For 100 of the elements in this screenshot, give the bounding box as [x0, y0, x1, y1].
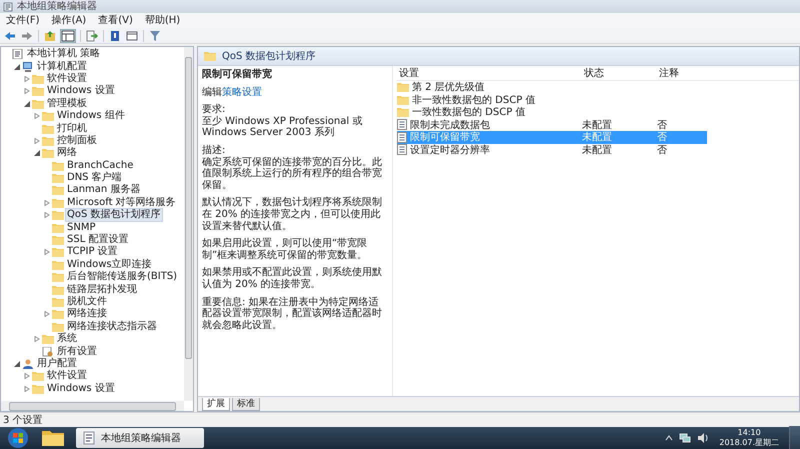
menu-item[interactable]: 操作(A)	[52, 14, 86, 27]
collapse-arrow-icon[interactable]	[24, 100, 30, 107]
app-icon	[82, 431, 96, 445]
tree-item[interactable]: 本地计算机 策略	[26, 48, 102, 60]
tree-item[interactable]: SSL 配置设置	[66, 234, 130, 246]
folder-icon	[42, 148, 54, 158]
state-text: 未配置	[582, 118, 613, 132]
folder-icon	[52, 210, 64, 220]
show-desktop-button[interactable]	[789, 426, 800, 449]
tree-item[interactable]: 网络	[56, 147, 78, 160]
collapse-arrow-icon[interactable]	[14, 64, 20, 70]
setting-title: 限制可保留带宽	[202, 69, 273, 81]
tree-pane-icon[interactable]	[61, 30, 75, 42]
menu-item[interactable]: 帮助(H)	[144, 14, 180, 27]
expand-arrow-icon[interactable]	[44, 200, 50, 206]
expand-arrow-icon[interactable]	[44, 212, 50, 218]
column-header[interactable]: 设置	[397, 66, 584, 80]
tree-item[interactable]: BranchCache	[66, 160, 134, 172]
clock-time[interactable]: 14:10	[738, 428, 761, 438]
folder-icon	[52, 185, 64, 196]
description-text: 描述: 确定系统可保留的连接带宽的百分比。此值限制系统上运行的所有程序的组合带宽保留。	[202, 144, 383, 192]
tree-item[interactable]: SNMP	[66, 222, 96, 234]
expand-arrow-icon[interactable]	[24, 88, 30, 94]
menu-item[interactable]: 文件(F)	[6, 14, 40, 27]
forward-icon[interactable]	[21, 30, 33, 42]
list-row[interactable]: 第 2 层优先级值	[397, 81, 707, 94]
folder-icon	[52, 235, 64, 246]
folder-icon	[52, 222, 64, 233]
column-header[interactable]: 注释	[659, 66, 699, 80]
horizontal-scrollbar[interactable]	[1, 401, 184, 411]
tree-item[interactable]: 脱机文件	[66, 296, 108, 308]
tree-item[interactable]: 所有设置	[56, 346, 98, 358]
tab[interactable]: 扩展	[202, 398, 230, 411]
folder-icon	[42, 111, 54, 122]
tree-item[interactable]: 管理模板	[46, 98, 88, 110]
column-header[interactable]: 状态	[584, 66, 659, 80]
expand-arrow-icon[interactable]	[24, 386, 30, 392]
list-row[interactable]: 限制未完成数据包 未配置 否	[397, 118, 707, 131]
folder-icon	[32, 98, 44, 109]
tab[interactable]: 标准	[232, 398, 260, 411]
tree-item[interactable]: 软件设置	[46, 370, 88, 382]
back-icon[interactable]	[4, 30, 16, 42]
taskbar-button[interactable]: 本地组策略编辑器	[76, 428, 204, 448]
expand-arrow-icon[interactable]	[34, 138, 40, 144]
network-icon[interactable]	[679, 433, 692, 443]
menu-item[interactable]: 查看(V)	[98, 14, 133, 27]
folder-icon	[52, 284, 64, 295]
expand-arrow-icon[interactable]	[24, 373, 30, 380]
policy-icon	[12, 49, 24, 60]
list-row[interactable]: 设置定时器分辨率 未配置 否	[397, 144, 707, 156]
tree-item[interactable]: Windows 设置	[46, 382, 116, 395]
folder-title: QoS 数据包计划程序	[222, 50, 316, 63]
folder-icon	[42, 334, 54, 344]
setting-name: 非一致性数据包的 DSCP 值	[412, 94, 536, 106]
tree-item[interactable]: Windows 组件	[56, 110, 126, 122]
expand-arrow-icon[interactable]	[34, 336, 40, 342]
list-row[interactable]: 非一致性数据包的 DSCP 值	[397, 94, 707, 106]
tree-item[interactable]: 控制面板	[56, 134, 98, 147]
help-icon[interactable]	[109, 30, 121, 42]
folder-icon	[32, 74, 44, 84]
window-icon[interactable]	[126, 30, 138, 42]
tree-item[interactable]: Windows 设置	[46, 85, 116, 98]
speaker-icon[interactable]	[697, 433, 710, 443]
tree-item[interactable]: 链路层拓扑发现	[66, 284, 138, 296]
tree-item[interactable]: DNS 客户端	[66, 172, 123, 184]
tree-item[interactable]: 网络连接	[66, 308, 108, 320]
tree-item[interactable]: 用户配置	[36, 358, 78, 370]
tree-item[interactable]: Windows立即连接	[66, 258, 153, 271]
tree-item[interactable]: 网络连接状态指示器	[66, 320, 158, 333]
folder-icon	[52, 198, 64, 208]
list-row[interactable]: 一致性数据包的 DSCP 值	[397, 106, 707, 118]
user-icon	[22, 358, 34, 369]
folder-icon	[52, 322, 64, 332]
folder-icon	[52, 272, 64, 282]
tree-item[interactable]: 打印机	[56, 122, 88, 135]
setting-name: 设置定时器分辨率	[410, 144, 490, 157]
tree-item[interactable]: 系统	[56, 333, 78, 346]
expand-arrow-icon[interactable]	[34, 113, 40, 120]
tree-item[interactable]: TCPIP 设置	[66, 246, 119, 258]
tree-item[interactable]: Microsoft 对等网络服务	[66, 196, 177, 209]
vertical-scrollbar[interactable]	[184, 47, 193, 401]
policy-settings-link[interactable]: 策略设置	[222, 86, 262, 98]
expand-arrow-icon[interactable]	[44, 249, 50, 256]
tree-item[interactable]: QoS 数据包计划程序	[66, 209, 162, 222]
tree-item[interactable]: 软件设置	[46, 72, 88, 85]
export-icon[interactable]	[86, 30, 98, 42]
clock-date[interactable]: 2018.07.星期二	[719, 438, 779, 448]
collapse-arrow-icon[interactable]	[14, 360, 20, 367]
tree-item[interactable]: Lanman 服务器	[66, 184, 142, 196]
tree-item[interactable]: 计算机配置	[36, 60, 88, 73]
folder-icon	[32, 371, 44, 382]
folder-icon	[32, 384, 44, 394]
expand-arrow-icon[interactable]	[44, 311, 50, 318]
expand-arrow-icon[interactable]	[24, 76, 30, 82]
description-text: 要求: 至少 Windows XP Professional 或 Windows Server 2003 系列	[202, 104, 364, 139]
folder-up-icon[interactable]	[44, 30, 56, 42]
start-button[interactable]	[6, 427, 30, 449]
collapse-arrow-icon[interactable]	[34, 150, 40, 156]
folder-icon	[42, 124, 54, 134]
tree-item[interactable]: 后台智能传送服务(BITS)	[66, 271, 178, 284]
